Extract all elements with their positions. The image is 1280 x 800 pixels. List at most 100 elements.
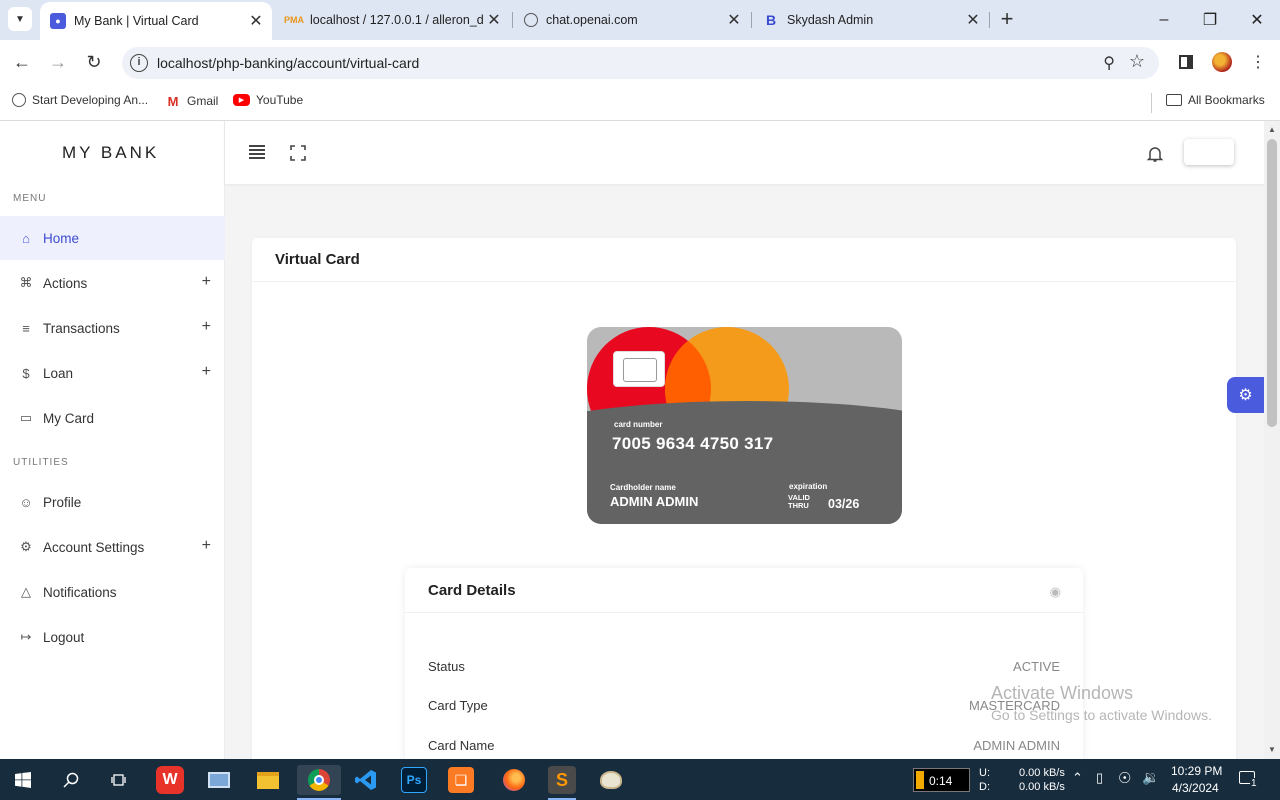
gmail-icon: M xyxy=(167,93,179,109)
eye-icon[interactable]: ◉ xyxy=(1050,584,1061,600)
new-tab-button[interactable]: + xyxy=(995,8,1019,32)
windows-taskbar: W Ps ❏ S 0:14 U: D: 0.00 kB/s 0.00 kB/s … xyxy=(0,759,1280,800)
sidebar-item-actions[interactable]: ⌘ Actions + xyxy=(0,261,225,305)
bookmark-item[interactable]: ▶ YouTube xyxy=(233,93,303,107)
sidebar-item-label: Transactions xyxy=(43,320,120,336)
timer-value: 0:14 xyxy=(929,774,953,788)
url-text[interactable]: localhost/php-banking/account/virtual-ca… xyxy=(157,55,419,71)
tab-separator xyxy=(989,12,990,28)
browser-tab-active[interactable]: ● My Bank | Virtual Card ✕ xyxy=(40,2,272,40)
detail-row-card-name: Card Name ADMIN ADMIN xyxy=(428,738,1060,753)
utilities-section-label: UTILITIES xyxy=(13,457,69,468)
close-tab-icon[interactable]: ✕ xyxy=(484,10,504,30)
sidebar-item-account-settings[interactable]: ⚙ Account Settings + xyxy=(0,525,225,569)
clock-time[interactable]: 10:29 PM xyxy=(1171,764,1222,778)
user-avatar[interactable] xyxy=(1184,139,1234,165)
notifications-bell-icon[interactable] xyxy=(1146,145,1164,168)
page-scrollbar[interactable]: ▲ ▼ xyxy=(1264,121,1280,759)
remote-desktop-icon[interactable] xyxy=(204,765,234,795)
close-window-button[interactable]: ✕ xyxy=(1234,0,1280,40)
wps-office-icon[interactable]: W xyxy=(156,766,184,794)
scroll-up-arrow-icon[interactable]: ▲ xyxy=(1268,125,1276,134)
tab-search-button[interactable]: ▼ xyxy=(8,7,32,31)
theme-settings-button[interactable]: ⚙ xyxy=(1227,377,1264,413)
net-download-speed: 0.00 kB/s xyxy=(1019,781,1065,793)
side-panel-button[interactable] xyxy=(1172,48,1200,76)
task-view-icon[interactable] xyxy=(104,765,134,795)
minimize-button[interactable]: – xyxy=(1141,0,1187,40)
all-bookmarks-button[interactable]: All Bookmarks xyxy=(1166,93,1265,107)
sidebar-item-home[interactable]: ⌂ Home xyxy=(0,216,225,260)
card-chip-icon xyxy=(613,351,665,387)
firefox-icon[interactable] xyxy=(499,765,529,795)
cardholder-name: ADMIN ADMIN xyxy=(610,494,699,509)
sidebar-item-logout[interactable]: ↦ Logout xyxy=(0,615,225,659)
activate-windows-watermark: Activate Windows Go to Settings to activ… xyxy=(991,682,1212,726)
globe-network-icon[interactable]: ☉ xyxy=(1118,769,1131,787)
app-topbar xyxy=(225,121,1264,184)
tab-title: localhost / 127.0.0.1 / alleron_d xyxy=(310,13,484,27)
browser-tab[interactable]: PMA localhost / 127.0.0.1 / alleron_d ✕ xyxy=(276,0,510,40)
chevron-up-icon[interactable]: ⌃ xyxy=(1072,770,1083,786)
file-explorer-icon[interactable] xyxy=(253,765,283,795)
address-bar[interactable]: i localhost/php-banking/account/virtual-… xyxy=(122,47,1159,79)
fullscreen-icon[interactable] xyxy=(290,145,306,161)
browser-tab[interactable]: B Skydash Admin ✕ xyxy=(753,0,989,40)
bookmark-label: Gmail xyxy=(187,94,219,108)
paint-icon[interactable] xyxy=(596,765,626,795)
menu-toggle-icon[interactable] xyxy=(249,145,265,159)
windows-start-icon[interactable] xyxy=(8,765,38,795)
page-viewport: MY BANK MENU ⌂ Home ⌘ Actions + ≡ Transa… xyxy=(0,121,1264,759)
vscode-icon[interactable] xyxy=(351,765,381,795)
close-tab-icon[interactable]: ✕ xyxy=(963,10,983,30)
expiration-label: expiration xyxy=(789,482,828,491)
sidebar-item-label: Actions xyxy=(43,275,88,291)
forward-button[interactable]: → xyxy=(44,48,72,76)
sidebar-item-profile[interactable]: ☺ Profile xyxy=(0,480,225,524)
browser-tab[interactable]: chat.openai.com ✕ xyxy=(514,0,750,40)
scrollbar-thumb[interactable] xyxy=(1267,139,1277,427)
tab-title: chat.openai.com xyxy=(546,13,638,27)
back-button[interactable]: ← xyxy=(8,48,36,76)
volume-icon[interactable]: 🔉 xyxy=(1142,769,1159,786)
search-icon[interactable] xyxy=(56,765,86,795)
detail-row-status: Status ACTIVE xyxy=(428,659,1060,674)
battery-icon[interactable]: ▯ xyxy=(1096,770,1103,786)
net-down-label: D: xyxy=(979,781,990,793)
browser-menu-button[interactable]: ⋮ xyxy=(1244,48,1272,76)
bookmark-label: Start Developing An... xyxy=(32,93,149,107)
restore-button[interactable]: ❐ xyxy=(1187,0,1233,40)
net-up-label: U: xyxy=(979,767,990,779)
card-icon: ▭ xyxy=(19,410,33,425)
sidebar-item-my-card[interactable]: ▭ My Card xyxy=(0,396,225,440)
photoshop-icon[interactable]: Ps xyxy=(401,767,427,793)
detail-row-card-type: Card Type MASTERCARD xyxy=(428,698,1060,713)
expand-plus-icon: + xyxy=(201,318,211,335)
chrome-icon[interactable] xyxy=(297,765,341,795)
app-logo[interactable]: MY BANK xyxy=(62,143,159,163)
bookmark-star-icon[interactable]: ☆ xyxy=(1129,51,1145,72)
timer-bar-icon xyxy=(916,771,924,789)
clock-date[interactable]: 4/3/2024 xyxy=(1172,781,1219,795)
sidebar-item-transactions[interactable]: ≡ Transactions + xyxy=(0,306,225,350)
sidebar-item-loan[interactable]: $ Loan + xyxy=(0,351,225,395)
watermark-subtitle: Go to Settings to activate Windows. xyxy=(991,707,1212,723)
timer-widget[interactable]: 0:14 xyxy=(913,768,970,792)
close-tab-icon[interactable]: ✕ xyxy=(724,10,744,30)
sublime-text-icon[interactable]: S xyxy=(548,766,576,794)
xampp-icon[interactable]: ❏ xyxy=(448,767,474,793)
reload-button[interactable]: ↻ xyxy=(80,48,108,76)
scroll-down-arrow-icon[interactable]: ▼ xyxy=(1268,745,1276,754)
site-info-icon[interactable]: i xyxy=(130,54,148,72)
close-tab-icon[interactable]: ✕ xyxy=(246,11,266,31)
profile-avatar-icon xyxy=(1212,52,1232,72)
side-panel-icon xyxy=(1179,55,1193,69)
profile-avatar-button[interactable] xyxy=(1208,48,1236,76)
sidebar-item-notifications[interactable]: △ Notifications xyxy=(0,570,225,614)
bookmark-item[interactable]: M Gmail xyxy=(165,93,219,109)
detail-key: Card Type xyxy=(428,698,488,713)
notification-center-button[interactable]: 1 xyxy=(1238,769,1258,789)
sidebar-item-label: Home xyxy=(43,230,80,246)
zoom-icon[interactable]: ⚲ xyxy=(1103,53,1115,73)
bookmark-item[interactable]: Start Developing An... xyxy=(12,93,148,107)
